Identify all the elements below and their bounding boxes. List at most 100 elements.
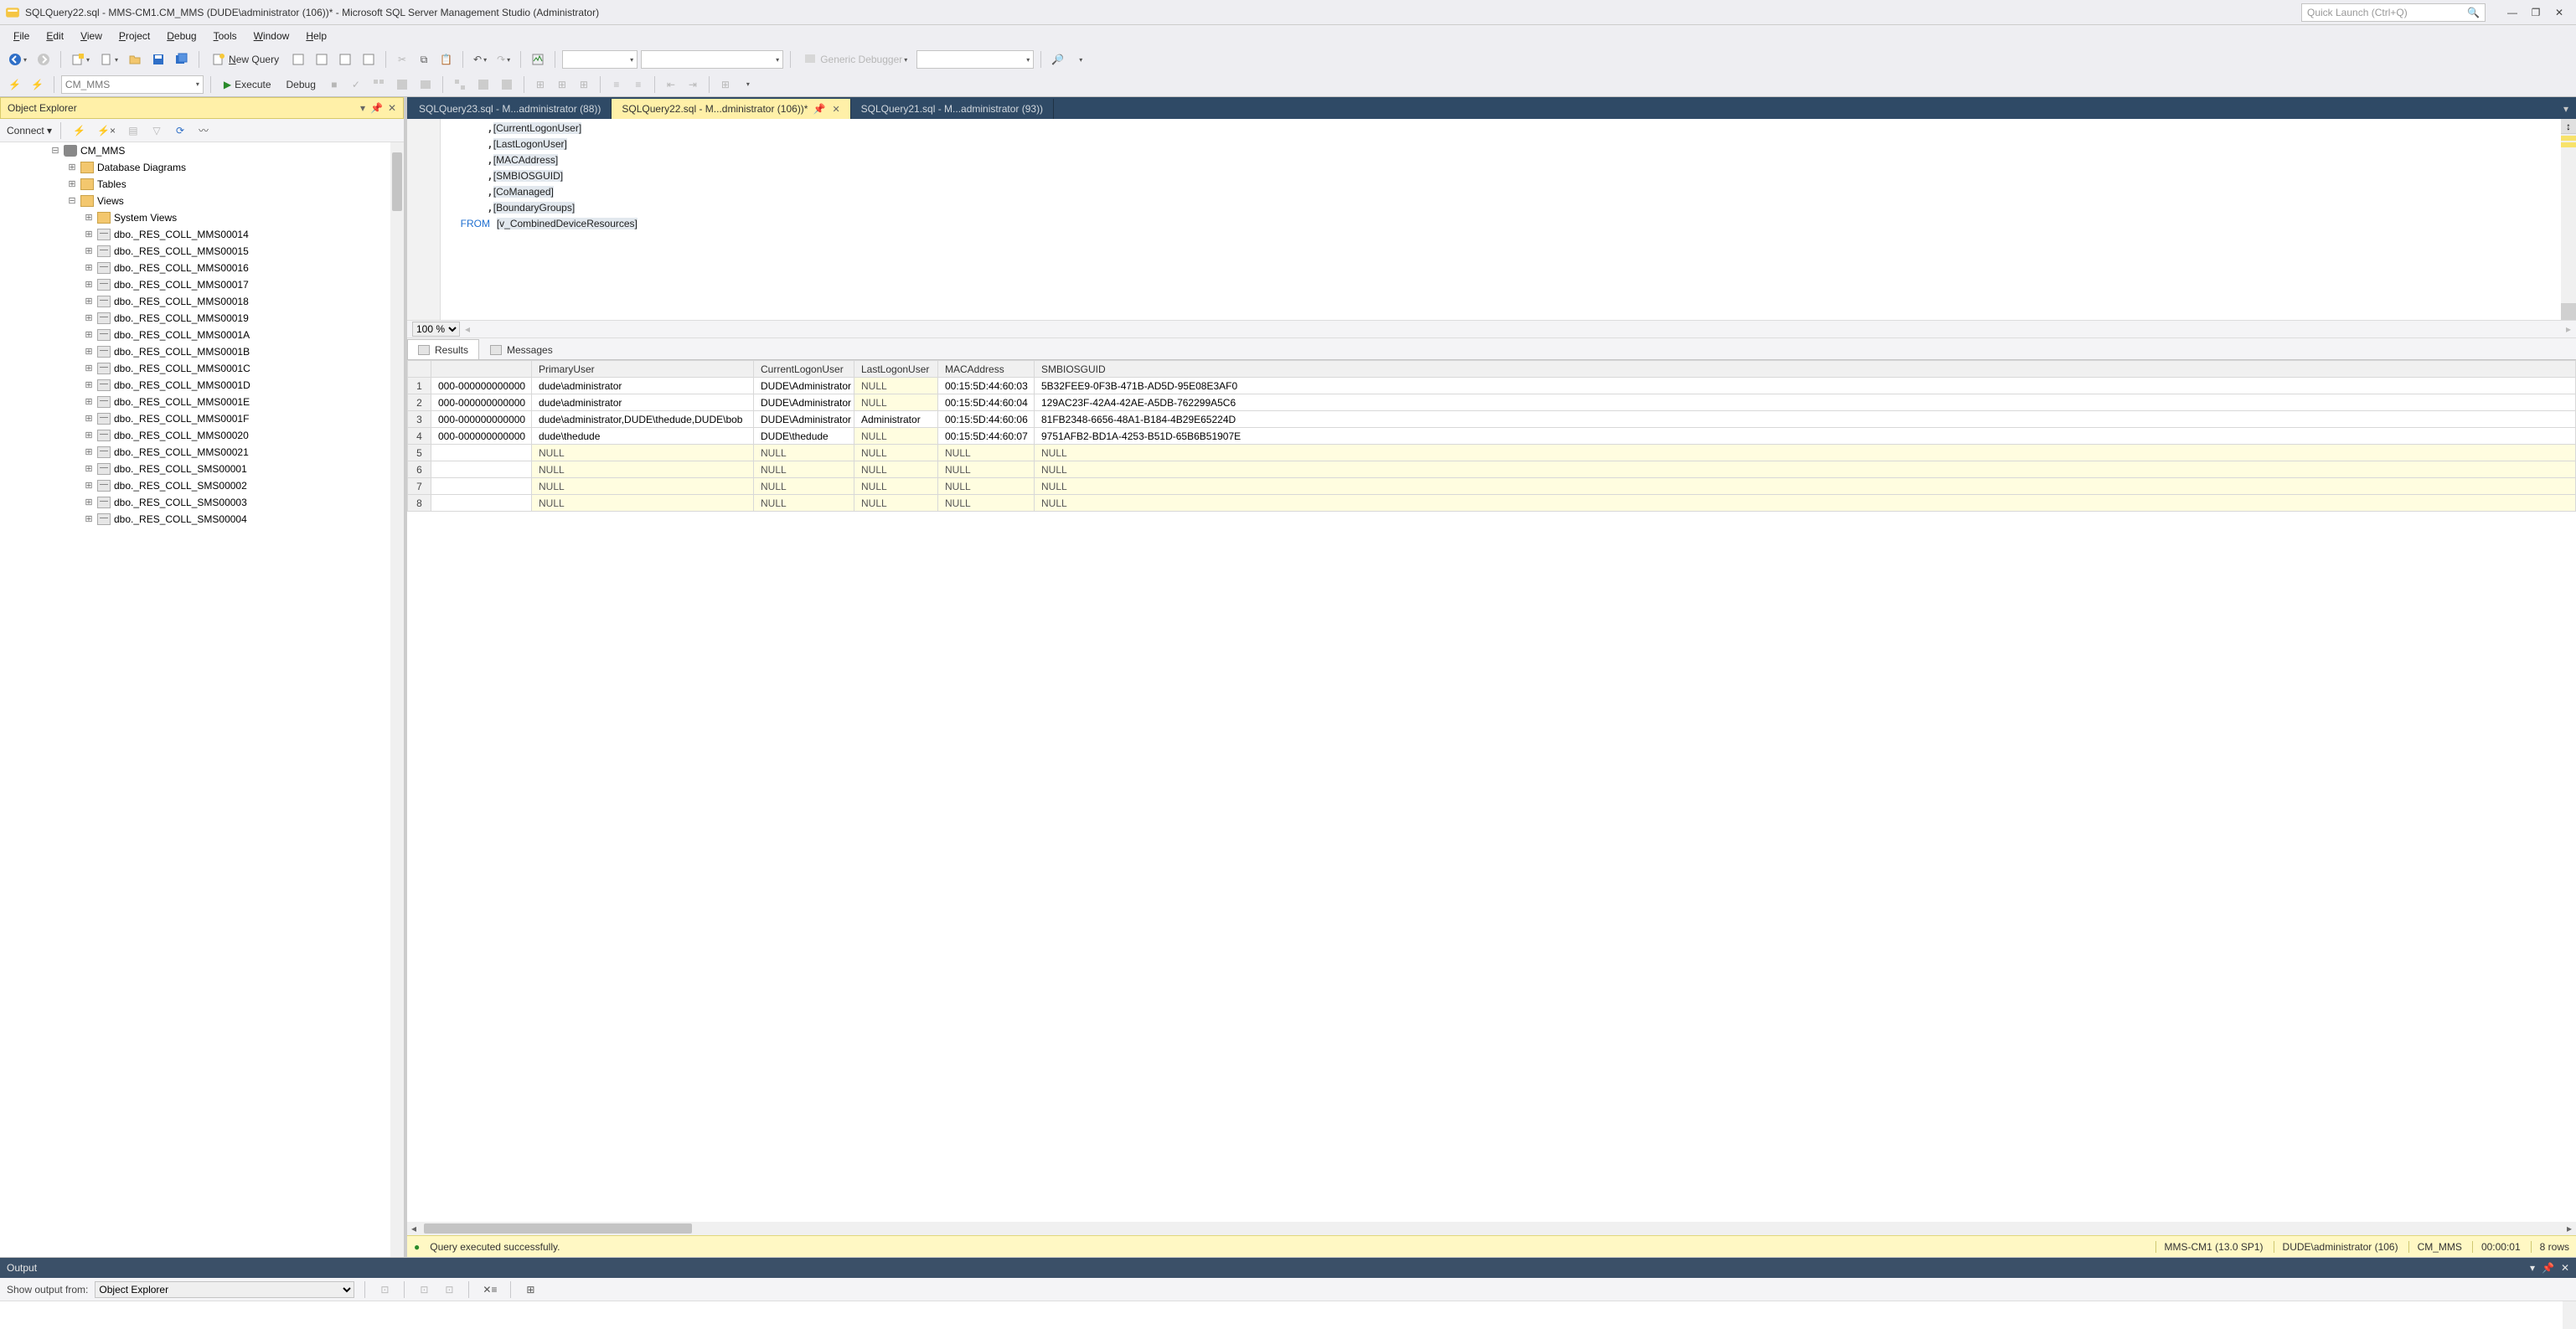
grid-cell[interactable]: NULL bbox=[854, 378, 938, 394]
grid-cell[interactable] bbox=[431, 445, 532, 461]
grid-cell[interactable]: 00:15:5D:44:60:04 bbox=[938, 394, 1035, 411]
include-actual-plan-button[interactable] bbox=[450, 75, 470, 94]
output-source-combo[interactable]: Object Explorer bbox=[95, 1281, 354, 1298]
dmx-query-button[interactable] bbox=[312, 50, 332, 69]
results-to-grid-button[interactable]: ⊞ bbox=[553, 75, 571, 94]
grid-column-header[interactable]: PrimaryUser bbox=[532, 361, 754, 378]
grid-cell[interactable]: NULL bbox=[754, 495, 854, 512]
activity-monitor-button[interactable] bbox=[528, 50, 548, 69]
grid-cell[interactable]: dude\administrator bbox=[532, 394, 754, 411]
grid-cell[interactable]: NULL bbox=[938, 495, 1035, 512]
grid-column-header[interactable]: MACAddress bbox=[938, 361, 1035, 378]
table-row[interactable]: 7NULLNULLNULLNULLNULL bbox=[408, 478, 2576, 495]
oe-filter-icon[interactable]: ▤ bbox=[124, 121, 142, 140]
tree-node-view[interactable]: ⊞dbo._RES_COLL_SMS00002 bbox=[0, 477, 404, 494]
nav-forward-button[interactable] bbox=[34, 50, 54, 69]
oe-stop-icon[interactable]: ⚡× bbox=[94, 121, 119, 140]
editor-overview-ruler[interactable]: ↕ bbox=[2561, 119, 2576, 320]
grid-cell[interactable]: NULL bbox=[532, 495, 754, 512]
grid-cell[interactable]: 81FB2348-6656-48A1-B184-4B29E65224D bbox=[1035, 411, 2576, 428]
database-combo[interactable]: CM_MMS▾ bbox=[61, 75, 204, 94]
include-live-stats-button[interactable] bbox=[473, 75, 493, 94]
menu-project[interactable]: Project bbox=[111, 28, 158, 44]
tab-pin-icon[interactable]: 📌 bbox=[813, 103, 825, 115]
xmla-query-button[interactable] bbox=[335, 50, 355, 69]
oe-activity-icon[interactable]: 〰 bbox=[194, 121, 213, 140]
tree-node-views[interactable]: ⊟Views bbox=[0, 193, 404, 209]
grid-cell[interactable]: dude\administrator bbox=[532, 378, 754, 394]
tree-node-view[interactable]: ⊞dbo._RES_COLL_SMS00004 bbox=[0, 511, 404, 528]
toolbar-options-button[interactable]: ▾ bbox=[1071, 50, 1089, 69]
undo-button[interactable]: ↶▾ bbox=[470, 50, 490, 69]
tree-node-view[interactable]: ⊞dbo._RES_COLL_MMS00020 bbox=[0, 427, 404, 444]
split-editor-icon[interactable]: ↕ bbox=[2561, 119, 2576, 134]
grid-cell[interactable]: DUDE\Administrator bbox=[754, 411, 854, 428]
grid-cell[interactable]: DUDE\Administrator bbox=[754, 378, 854, 394]
tree-node-view[interactable]: ⊞dbo._RES_COLL_MMS0001A bbox=[0, 327, 404, 343]
estimated-plan-button[interactable] bbox=[369, 75, 389, 94]
output-prev-icon[interactable]: ⊡ bbox=[415, 1280, 433, 1299]
tree-node-view[interactable]: ⊞dbo._RES_COLL_MMS00017 bbox=[0, 276, 404, 293]
grid-cell[interactable]: NULL bbox=[532, 478, 754, 495]
grid-cell[interactable]: NULL bbox=[854, 495, 938, 512]
grid-cell[interactable]: 000-000000000000 bbox=[431, 411, 532, 428]
grid-cell[interactable]: Administrator bbox=[854, 411, 938, 428]
menu-file[interactable]: File bbox=[5, 28, 38, 44]
tree-node-view[interactable]: ⊞dbo._RES_COLL_MMS00019 bbox=[0, 310, 404, 327]
results-grid[interactable]: PrimaryUserCurrentLogonUserLastLogonUser… bbox=[407, 360, 2576, 512]
tree-node-database-diagrams[interactable]: ⊞Database Diagrams bbox=[0, 159, 404, 176]
oe-filter2-icon[interactable]: ▽ bbox=[147, 121, 166, 140]
decrease-indent-button[interactable]: ⇤ bbox=[662, 75, 680, 94]
menu-view[interactable]: View bbox=[72, 28, 111, 44]
grid-cell[interactable]: NULL bbox=[1035, 478, 2576, 495]
increase-indent-button[interactable]: ⇥ bbox=[684, 75, 702, 94]
grid-cell[interactable]: dude\thedude bbox=[532, 428, 754, 445]
output-wrap-icon[interactable]: ⊞ bbox=[521, 1280, 539, 1299]
menu-debug[interactable]: Debug bbox=[158, 28, 204, 44]
grid-cell[interactable]: NULL bbox=[854, 428, 938, 445]
debugger-target-combo[interactable]: ▾ bbox=[916, 50, 1034, 69]
tree-node-view[interactable]: ⊞dbo._RES_COLL_MMS0001B bbox=[0, 343, 404, 360]
uncomment-button[interactable]: ≡ bbox=[629, 75, 648, 94]
redo-button[interactable]: ↷▾ bbox=[493, 50, 514, 69]
cut-button[interactable]: ✂ bbox=[393, 50, 411, 69]
debug-button[interactable]: Debug bbox=[281, 75, 322, 94]
open-button[interactable] bbox=[125, 50, 145, 69]
execute-button[interactable]: ▶Execute bbox=[218, 75, 277, 94]
grid-cell[interactable]: 00:15:5D:44:60:07 bbox=[938, 428, 1035, 445]
oe-refresh-icon[interactable]: ⟳ bbox=[171, 121, 189, 140]
output-find-icon[interactable]: ⊡ bbox=[375, 1280, 394, 1299]
grid-cell[interactable]: NULL bbox=[1035, 461, 2576, 478]
tab-query22[interactable]: SQLQuery22.sql - M...dministrator (106))… bbox=[612, 99, 850, 119]
table-row[interactable]: 1000-000000000000dude\administratorDUDE\… bbox=[408, 378, 2576, 394]
close-button[interactable]: ✕ bbox=[2548, 3, 2571, 22]
specify-values-button[interactable]: ⊞ bbox=[716, 75, 735, 94]
restore-button[interactable]: ❐ bbox=[2524, 3, 2548, 22]
object-explorer-tree[interactable]: ⊟CM_MMS ⊞Database Diagrams ⊞Tables ⊟View… bbox=[0, 142, 404, 1257]
include-client-stats-button[interactable] bbox=[497, 75, 517, 94]
oe-disconnect-icon[interactable]: ⚡ bbox=[70, 121, 89, 140]
menu-edit[interactable]: Edit bbox=[38, 28, 72, 44]
grid-cell[interactable] bbox=[431, 461, 532, 478]
nav-back-button[interactable]: ▾ bbox=[5, 50, 30, 69]
dax-query-button[interactable] bbox=[359, 50, 379, 69]
tree-node-view[interactable]: ⊞dbo._RES_COLL_MMS00021 bbox=[0, 444, 404, 461]
output-scrollbar[interactable] bbox=[2563, 1301, 2576, 1329]
table-row[interactable]: 5NULLNULLNULLNULLNULL bbox=[408, 445, 2576, 461]
grid-cell[interactable]: NULL bbox=[754, 461, 854, 478]
grid-cell[interactable]: NULL bbox=[854, 478, 938, 495]
grid-column-header[interactable]: LastLogonUser bbox=[854, 361, 938, 378]
minimize-button[interactable]: — bbox=[2501, 3, 2524, 22]
grid-cell[interactable]: NULL bbox=[938, 478, 1035, 495]
solution-platform-combo[interactable]: ▾ bbox=[641, 50, 783, 69]
grid-cell[interactable]: DUDE\Administrator bbox=[754, 394, 854, 411]
grid-cell[interactable]: NULL bbox=[532, 445, 754, 461]
parse-button[interactable]: ✓ bbox=[347, 75, 365, 94]
grid-cell[interactable]: 9751AFB2-BD1A-4253-B51D-65B6B51907E bbox=[1035, 428, 2576, 445]
copy-button[interactable]: ⧉ bbox=[415, 50, 433, 69]
output-close-icon[interactable]: ✕ bbox=[2561, 1262, 2569, 1274]
tab-query21[interactable]: SQLQuery21.sql - M...administrator (93)) bbox=[851, 99, 1054, 119]
mdx-query-button[interactable] bbox=[288, 50, 308, 69]
grid-cell[interactable]: NULL bbox=[532, 461, 754, 478]
zoom-combo[interactable]: 100 % bbox=[412, 322, 460, 337]
